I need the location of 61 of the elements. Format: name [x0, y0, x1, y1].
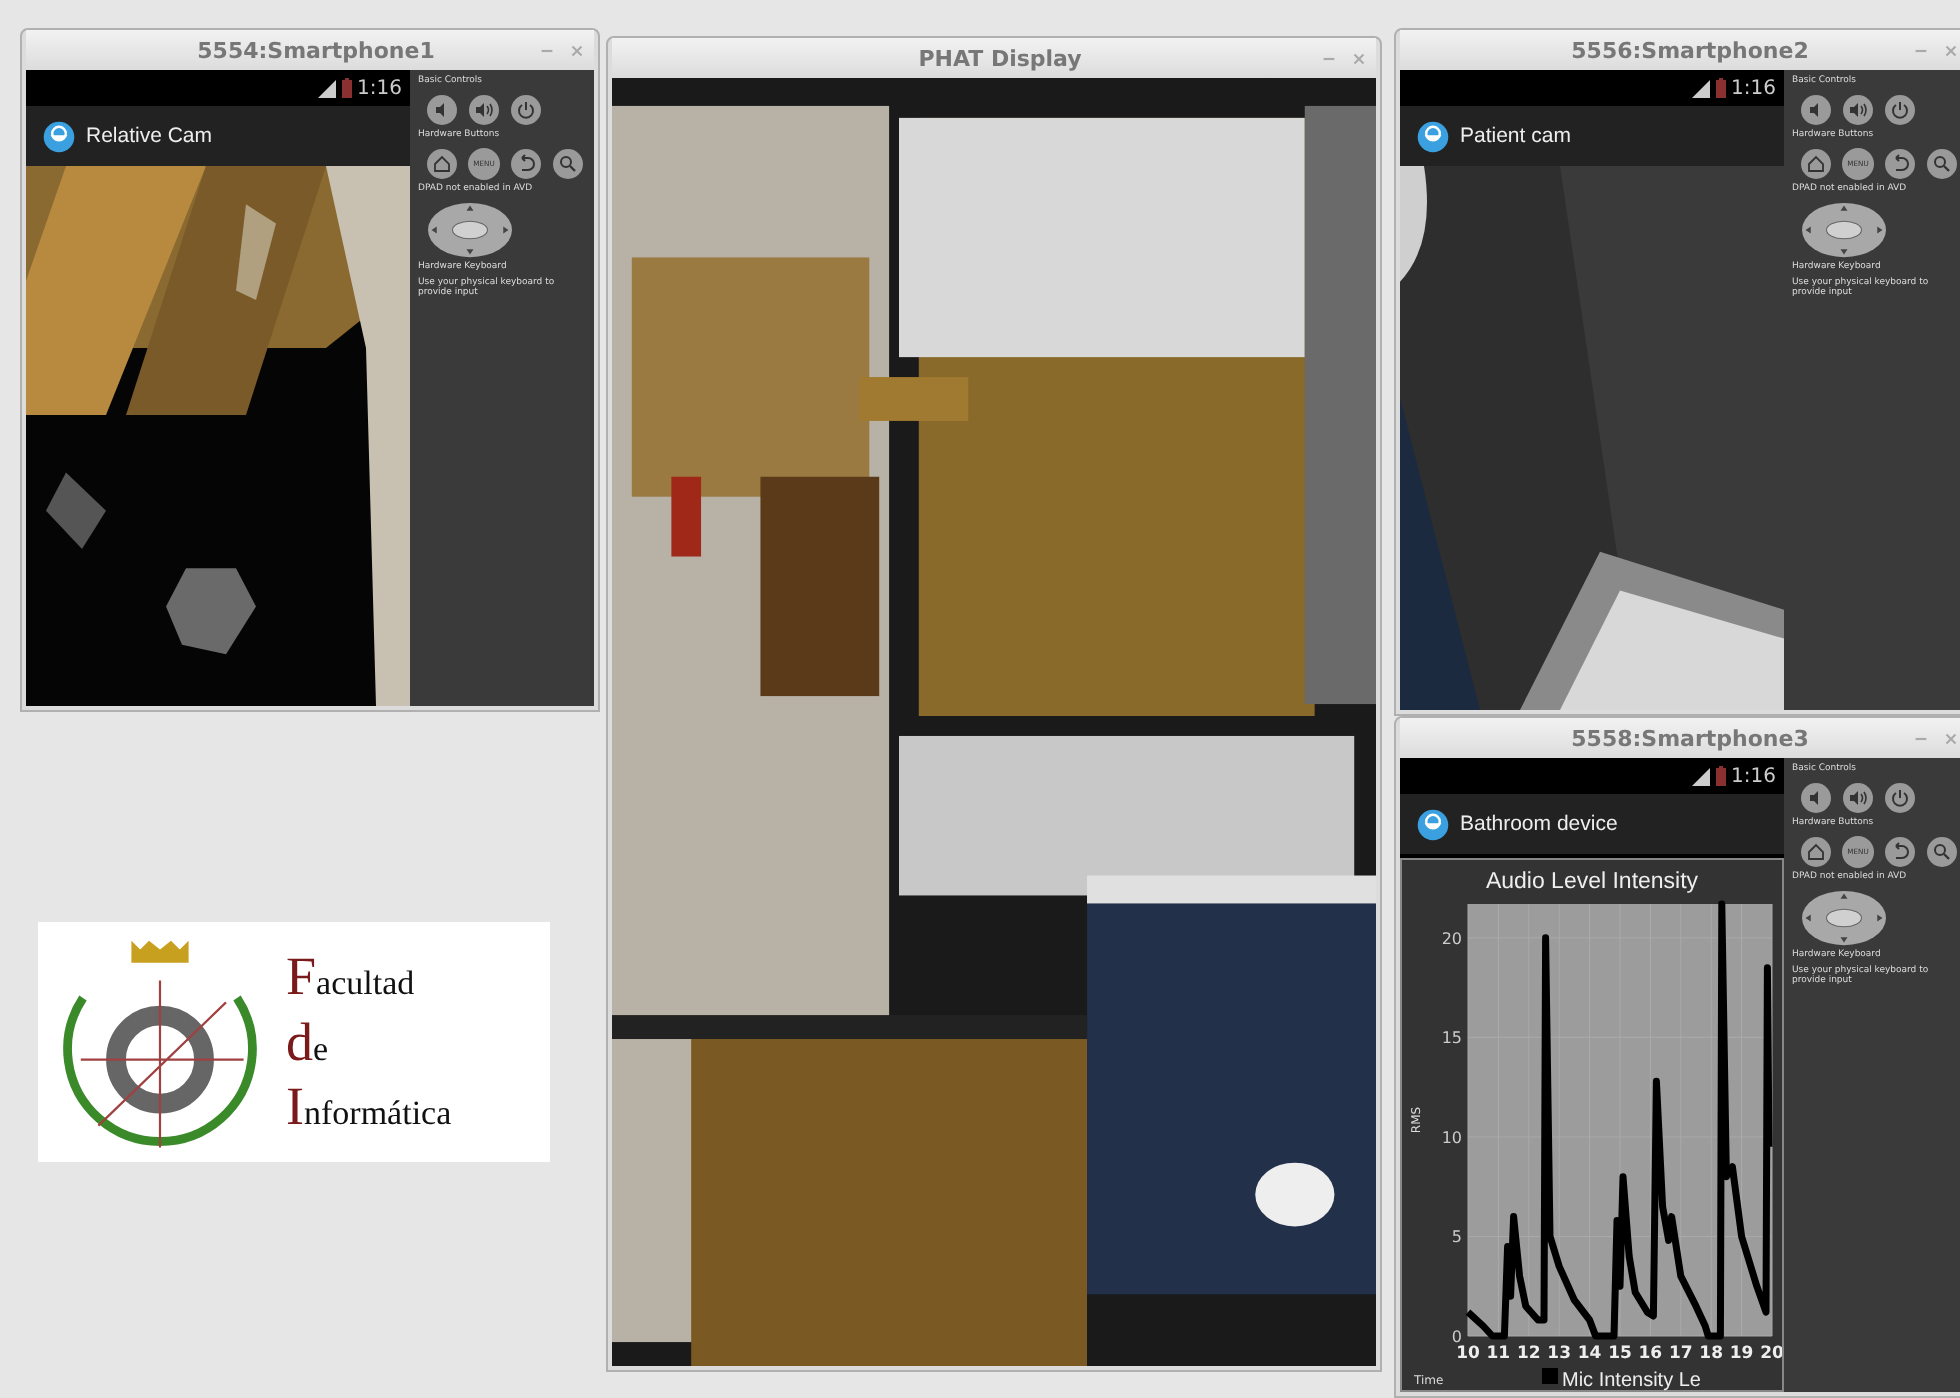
y-tick-label: 15 [1441, 1029, 1462, 1048]
app-title: Bathroom device [1460, 812, 1618, 836]
volume-down-icon[interactable] [1800, 93, 1832, 126]
back-icon[interactable] [1884, 835, 1916, 868]
logo-text: de [286, 1009, 331, 1075]
x-tick-label: 12 [1516, 1344, 1541, 1364]
status-time: 1:16 [1731, 77, 1776, 99]
app-title: Relative Cam [86, 124, 213, 148]
search-icon[interactable] [1926, 835, 1958, 868]
x-tick-label: 11 [1486, 1344, 1511, 1364]
dpad-drawing[interactable] [1800, 201, 1888, 258]
volume-up-icon[interactable] [1842, 781, 1874, 814]
app-icon[interactable] [1416, 119, 1450, 153]
x-tick-label: 18 [1699, 1344, 1724, 1364]
status-time: 1:16 [1731, 765, 1776, 787]
dpad-drawing[interactable] [1800, 889, 1888, 946]
power-icon[interactable] [1884, 781, 1916, 814]
power-icon[interactable] [510, 93, 542, 126]
battery-icon [1715, 78, 1726, 98]
logo-text: Facultad [286, 944, 417, 1010]
app-title: Patient cam [1460, 124, 1571, 148]
home-icon[interactable] [1800, 147, 1832, 180]
y-tick-label: 10 [1441, 1128, 1462, 1147]
signal-icon [1691, 767, 1710, 785]
x-tick-label: 16 [1638, 1344, 1663, 1364]
app-icon[interactable] [42, 119, 76, 153]
x-tick-label: 15 [1608, 1344, 1632, 1364]
status-time: 1:16 [357, 77, 402, 99]
window-title: 5556:Smartphone2 [1569, 37, 1811, 63]
legend-label: Mic Intensity Le [1562, 1370, 1701, 1392]
window-title: 5554:Smartphone1 [195, 37, 437, 63]
logo-text: Informática [286, 1074, 452, 1140]
power-icon[interactable] [1884, 93, 1916, 126]
y-tick-label: 5 [1451, 1228, 1462, 1247]
x-tick-label: 10 [1456, 1344, 1480, 1364]
volume-down-icon[interactable] [1800, 781, 1832, 814]
y-tick-label: 0 [1451, 1328, 1462, 1346]
y-tick-label: 20 [1441, 929, 1462, 948]
dpad-drawing[interactable] [426, 201, 514, 258]
back-icon[interactable] [1884, 147, 1916, 180]
chart-title: Audio Level Intensity [1485, 870, 1699, 894]
app-icon[interactable] [1416, 807, 1450, 841]
legend-swatch [1542, 1368, 1558, 1384]
volume-up-icon[interactable] [1842, 93, 1874, 126]
x-tick-label: 13 [1547, 1344, 1572, 1364]
home-icon[interactable] [1800, 835, 1832, 868]
window-title: 5558:Smartphone3 [1569, 725, 1811, 751]
battery-icon [1715, 766, 1726, 786]
back-icon[interactable] [510, 147, 542, 180]
signal-icon [1691, 79, 1710, 97]
signal-icon [317, 79, 336, 97]
search-icon[interactable] [1926, 147, 1958, 180]
battery-icon [341, 78, 352, 98]
window-title: PHAT Display [916, 45, 1084, 71]
home-icon[interactable] [426, 147, 458, 180]
volume-up-icon[interactable] [468, 93, 500, 126]
x-tick-label: 19 [1729, 1344, 1754, 1364]
volume-down-icon[interactable] [426, 93, 458, 126]
search-icon[interactable] [552, 147, 584, 180]
x-tick-label: 17 [1668, 1344, 1693, 1364]
x-tick-label: 14 [1577, 1344, 1602, 1364]
